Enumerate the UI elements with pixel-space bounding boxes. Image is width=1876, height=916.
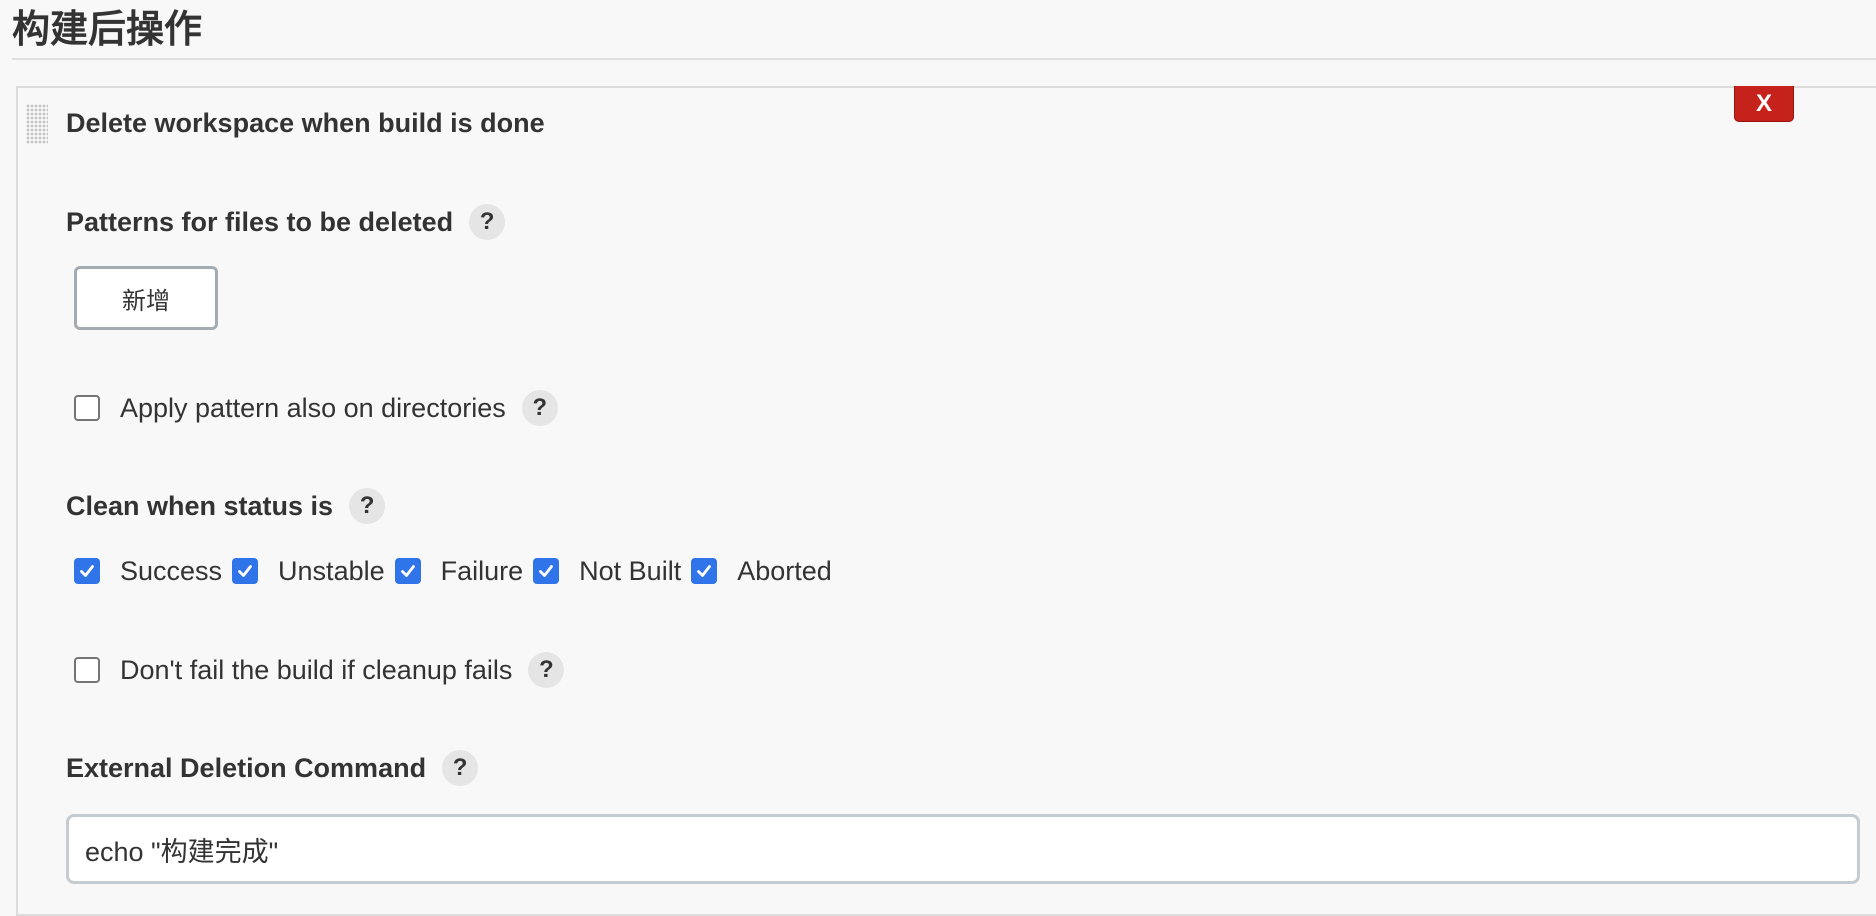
status-option-failure: Failure	[394, 556, 524, 587]
clean-status-field-label: Clean when status is ?	[66, 488, 386, 524]
patterns-field-label: Patterns for files to be deleted ?	[66, 204, 506, 240]
aborted-checkbox[interactable]	[691, 558, 718, 584]
dont-fail-checkbox[interactable]	[74, 657, 100, 683]
status-option-aborted: Aborted	[691, 556, 832, 587]
apply-dirs-checkbox[interactable]	[74, 395, 100, 421]
not-built-checkbox[interactable]	[533, 558, 560, 584]
checkmark-icon	[539, 565, 554, 577]
external-cmd-label: External Deletion Command	[66, 753, 427, 783]
dont-fail-label[interactable]: Don't fail the build if cleanup fails	[120, 655, 512, 686]
checkmark-icon	[80, 565, 94, 577]
failure-checkbox[interactable]	[394, 558, 421, 584]
unstable-label[interactable]: Unstable	[278, 556, 385, 587]
apply-dirs-row: Apply pattern also on directories ?	[74, 388, 558, 428]
section-header: 构建后操作	[12, 0, 1876, 60]
apply-dirs-label[interactable]: Apply pattern also on directories	[120, 393, 506, 424]
clean-status-label: Clean when status is	[66, 491, 334, 521]
question-circle-icon[interactable]: ?	[442, 750, 479, 786]
external-cmd-input[interactable]: echo "构建完成"	[66, 814, 1860, 884]
checkmark-icon	[238, 565, 252, 577]
checkmark-icon	[400, 565, 415, 577]
success-label[interactable]: Success	[120, 556, 222, 587]
add-pattern-button[interactable]: 新增	[74, 266, 218, 330]
status-options-row: Success Unstable Failure Not Built Abort…	[74, 551, 842, 591]
external-cmd-field-label: External Deletion Command ?	[66, 750, 479, 786]
drag-handle-icon[interactable]	[26, 104, 48, 144]
unstable-checkbox[interactable]	[232, 558, 259, 584]
dont-fail-row: Don't fail the build if cleanup fails ?	[74, 650, 565, 690]
question-circle-icon[interactable]: ?	[469, 204, 506, 240]
patterns-label: Patterns for files to be deleted	[66, 207, 454, 237]
not-built-label[interactable]: Not Built	[579, 556, 681, 587]
success-checkbox[interactable]	[74, 558, 100, 584]
question-circle-icon[interactable]: ?	[349, 488, 386, 524]
status-option-success: Success	[74, 556, 222, 587]
delete-step-button[interactable]: X	[1734, 86, 1794, 122]
failure-label[interactable]: Failure	[441, 556, 524, 587]
section-title: 构建后操作	[12, 9, 203, 51]
checkmark-icon	[697, 565, 712, 577]
aborted-label[interactable]: Aborted	[737, 556, 832, 587]
question-circle-icon[interactable]: ?	[528, 652, 565, 688]
status-option-not-built: Not Built	[533, 556, 681, 587]
status-option-unstable: Unstable	[232, 556, 385, 587]
question-circle-icon[interactable]: ?	[521, 390, 558, 426]
step-title: Delete workspace when build is done	[66, 108, 545, 138]
